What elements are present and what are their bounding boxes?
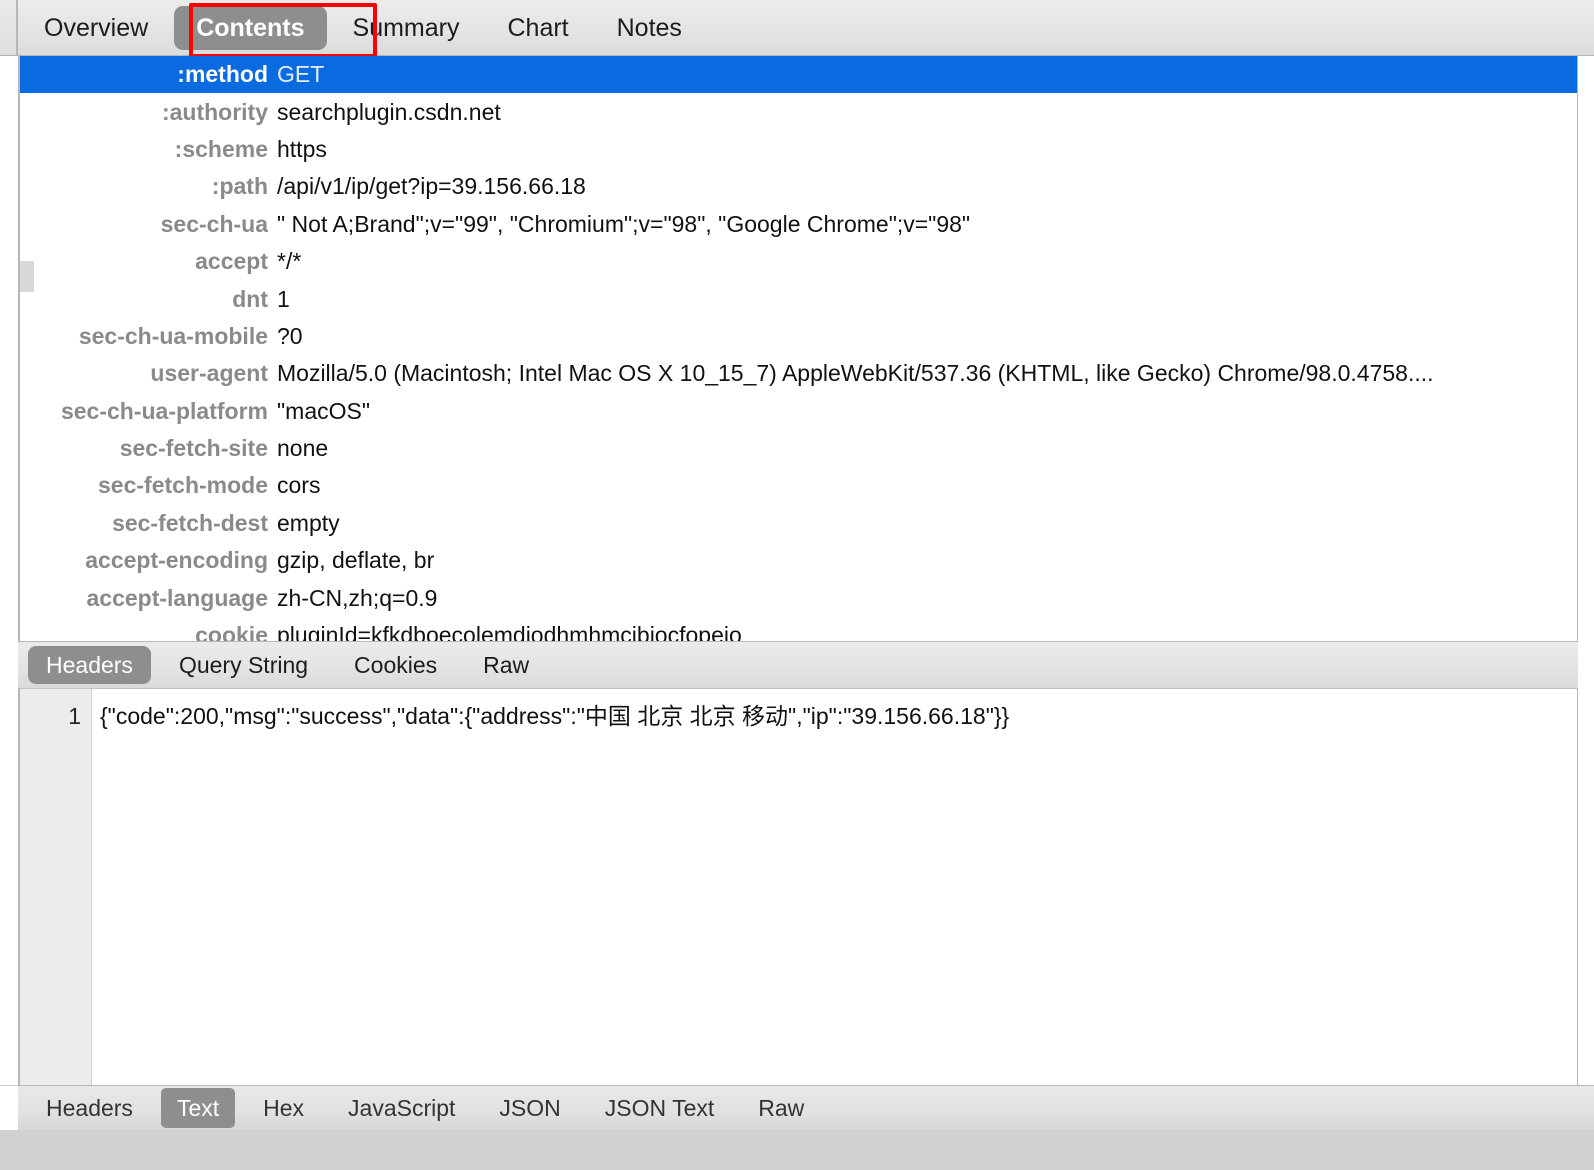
header-name: sec-fetch-site [119, 435, 268, 462]
header-row[interactable]: sec-ch-ua-platform "macOS" [20, 393, 1577, 430]
top-tab-chart[interactable]: Chart [485, 6, 590, 50]
window-bottom-chrome [0, 1130, 1594, 1170]
request-headers-list: :method GET :authority searchplugin.csdn.ne… [20, 56, 1577, 641]
pane-scroll-handle[interactable] [20, 261, 34, 292]
header-value: cors [277, 472, 321, 499]
header-value: " Not A;Brand";v="99", "Chromium";v="98"… [277, 210, 971, 237]
header-value: */* [277, 248, 302, 275]
session-inspector-window: Overview Contents Summary Chart Notes :metho… [0, 0, 1594, 1170]
header-row[interactable]: dnt 1 [20, 280, 1577, 317]
header-row[interactable]: sec-ch-ua " Not A;Brand";v="99", "Chromiu… [20, 206, 1577, 243]
response-tab-bar: Headers Text Hex JavaScript JSON JSON Text Raw [18, 1085, 1594, 1130]
request-tab-query-string[interactable]: Query String [161, 646, 326, 684]
header-row[interactable]: cookie pluginId=kfkdboecolemdjodhmhmcibjo… [20, 617, 1577, 641]
header-row[interactable]: accept-encoding gzip, deflate, br [20, 542, 1577, 579]
header-row[interactable]: :authority searchplugin.csdn.net [20, 93, 1577, 130]
top-tab-list: Overview Contents Summary Chart Notes [22, 0, 708, 55]
header-row[interactable]: accept-language zh-CN,zh;q=0.9 [20, 579, 1577, 616]
response-body-line: {"code":200,"msg":"success","data":{"add… [100, 703, 1010, 729]
header-name: :authority [161, 98, 268, 125]
header-name: sec-ch-ua [160, 210, 268, 237]
header-name: :method [177, 61, 268, 88]
request-tab-bar: Headers Query String Cookies Raw [18, 641, 1578, 689]
bottom-bar-left-cap [0, 1085, 18, 1130]
response-tab-json-text[interactable]: JSON Text [589, 1088, 731, 1128]
header-value: ?0 [277, 322, 303, 349]
header-name: sec-ch-ua-mobile [78, 322, 268, 349]
header-value: /api/v1/ip/get?ip=39.156.66.18 [277, 173, 586, 200]
top-tab-summary[interactable]: Summary [331, 6, 482, 50]
header-value: https [277, 135, 327, 162]
line-number-gutter: 1 [20, 689, 92, 1085]
response-tab-javascript[interactable]: JavaScript [332, 1088, 471, 1128]
header-value: GET [277, 61, 325, 88]
header-name: cookie [195, 622, 268, 641]
response-tab-headers[interactable]: Headers [30, 1088, 149, 1128]
header-row[interactable]: :method GET [20, 56, 1577, 94]
header-row[interactable]: sec-fetch-dest empty [20, 505, 1577, 542]
header-name: user-agent [150, 360, 268, 387]
response-body-pane[interactable]: 1 {"code":200,"msg":"success","data":{"a… [18, 689, 1578, 1085]
header-name: sec-fetch-mode [98, 472, 268, 499]
header-name: :scheme [174, 135, 268, 162]
header-value: Mozilla/5.0 (Macintosh; Intel Mac OS X 1… [277, 360, 1434, 387]
header-row[interactable]: accept */* [20, 243, 1577, 280]
response-tab-json[interactable]: JSON [483, 1088, 576, 1128]
line-number: 1 [68, 703, 81, 729]
header-name: accept [195, 248, 268, 275]
top-tab-bar: Overview Contents Summary Chart Notes [0, 0, 1594, 56]
top-tab-overview[interactable]: Overview [22, 6, 170, 50]
header-row[interactable]: sec-fetch-mode cors [20, 467, 1577, 504]
header-name: dnt [232, 285, 268, 312]
response-tab-raw[interactable]: Raw [742, 1088, 820, 1128]
header-value: none [277, 435, 329, 462]
header-value: 1 [277, 285, 290, 312]
request-tab-headers[interactable]: Headers [28, 646, 151, 684]
top-tab-contents[interactable]: Contents [174, 5, 327, 50]
header-value: zh-CN,zh;q=0.9 [277, 584, 438, 611]
header-row[interactable]: :path/api/v1/ip/get?ip=39.156.66.18 [20, 168, 1577, 205]
header-row[interactable]: user-agent Mozilla/5.0 (Macintosh; Intel … [20, 355, 1577, 392]
response-tab-text[interactable]: Text [160, 1088, 236, 1128]
header-value: empty [277, 509, 340, 536]
request-headers-pane[interactable]: :method GET :authority searchplugin.csdn.ne… [18, 56, 1578, 641]
header-row[interactable]: sec-fetch-site none [20, 430, 1577, 467]
header-row[interactable]: :scheme https [20, 131, 1577, 168]
request-tab-cookies[interactable]: Cookies [336, 646, 455, 684]
top-tab-notes[interactable]: Notes [595, 6, 704, 50]
header-value: "macOS" [277, 397, 371, 424]
header-name: accept-encoding [85, 547, 268, 574]
header-value: gzip, deflate, br [277, 547, 435, 574]
header-name: sec-fetch-dest [112, 509, 268, 536]
header-name: :path [211, 173, 268, 200]
response-body-text-area[interactable]: {"code":200,"msg":"success","data":{"add… [92, 689, 1577, 1085]
header-value: pluginId=kfkdboecolemdjodhmhmcibjocfopei… [277, 622, 742, 641]
header-name: accept-language [86, 584, 269, 611]
header-row[interactable]: sec-ch-ua-mobile ?0 [20, 318, 1577, 355]
left-margin-column [0, 56, 18, 1085]
top-tab-bar-left-cap [0, 0, 18, 55]
header-name: sec-ch-ua-platform [60, 397, 268, 424]
response-tab-hex[interactable]: Hex [247, 1088, 320, 1128]
header-value: searchplugin.csdn.net [277, 98, 501, 125]
request-tab-raw[interactable]: Raw [465, 646, 547, 684]
